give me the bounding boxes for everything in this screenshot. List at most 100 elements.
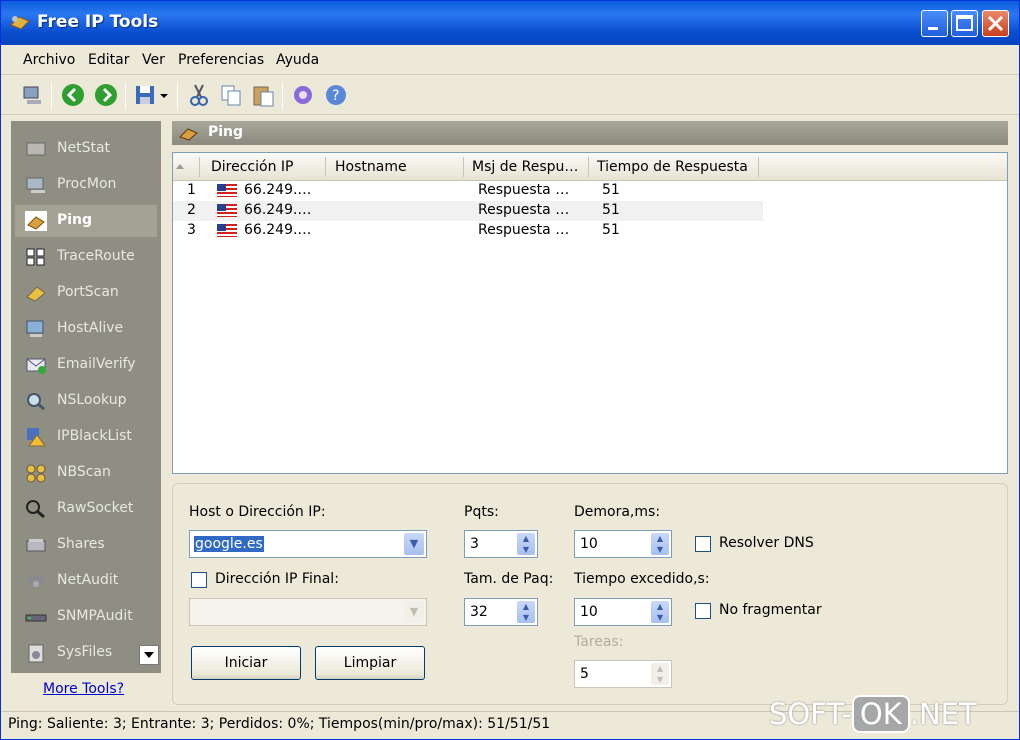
- sidebar-item-ipblacklist[interactable]: IPBlackList: [15, 421, 157, 453]
- minimize-icon: [928, 27, 938, 30]
- sidebar-item-netaudit[interactable]: NetAudit: [15, 565, 157, 597]
- paste-icon[interactable]: [251, 83, 275, 107]
- results-table[interactable]: Dirección IP Hostname Msj de Respu… Tiem…: [172, 152, 1008, 474]
- netaudit-icon: [25, 576, 47, 587]
- menu-bar: Archivo Editar Ver Preferencias Ayuda: [1, 45, 1019, 75]
- sidebar-item-nbscan[interactable]: NBScan: [15, 457, 157, 489]
- svg-text:?: ?: [332, 88, 339, 104]
- forward-icon[interactable]: [94, 83, 118, 107]
- sidebar-item-rawsocket[interactable]: RawSocket: [15, 493, 157, 525]
- sidebar-item-nslookup[interactable]: NSLookup: [15, 385, 157, 417]
- spin-arrows-icon[interactable]: ▲ ▼: [651, 601, 669, 623]
- pqts-stepper[interactable]: 3 ▲ ▼: [464, 530, 538, 558]
- final-ip-label: Dirección IP Final:: [215, 571, 339, 587]
- us-flag-icon: [217, 184, 237, 197]
- menu-ayuda[interactable]: Ayuda: [276, 52, 319, 68]
- menu-archivo[interactable]: Archivo: [23, 52, 75, 68]
- menu-ver[interactable]: Ver: [142, 52, 165, 68]
- back-icon[interactable]: [61, 83, 85, 107]
- title-bar[interactable]: Free IP Tools: [1, 1, 1019, 45]
- host-combobox[interactable]: google.es ▼: [189, 530, 427, 558]
- sidebar-scroll-down-button[interactable]: [139, 645, 159, 665]
- sidebar-item-netstat[interactable]: NetStat: [15, 133, 157, 165]
- no-fragment-label: No fragmentar: [719, 602, 822, 618]
- gear-icon[interactable]: [291, 83, 315, 107]
- tam-stepper[interactable]: 32 ▲ ▼: [464, 598, 538, 626]
- sidebar-item-procmon[interactable]: ProcMon: [15, 169, 157, 201]
- table-header: Dirección IP Hostname Msj de Respu… Tiem…: [173, 153, 1007, 181]
- table-row[interactable]: 2 66.249.… Respuesta … 51: [173, 201, 763, 221]
- tiempo-label: Tiempo excedido,s:: [574, 571, 710, 587]
- start-button[interactable]: Iniciar: [191, 646, 301, 680]
- procmon-icon: [26, 177, 45, 193]
- final-ip-checkbox[interactable]: [191, 572, 207, 588]
- us-flag-icon: [217, 224, 237, 237]
- spin-arrows-icon[interactable]: ▲ ▼: [517, 601, 535, 623]
- close-icon: [987, 15, 1004, 32]
- column-header-time[interactable]: Tiempo de Respuesta: [597, 159, 748, 175]
- copy-icon[interactable]: [219, 83, 243, 107]
- final-ip-combobox[interactable]: ▼: [189, 598, 427, 626]
- maximize-button[interactable]: [951, 10, 978, 37]
- sidebar-item-emailverify[interactable]: EmailVerify: [15, 349, 157, 381]
- ipblacklist-icon: [27, 428, 46, 447]
- triangle-down-icon: [144, 652, 154, 658]
- sidebar-item-snmpaudit[interactable]: SNMPAudit: [15, 601, 157, 633]
- status-text: Ping: Saliente: 3; Entrante: 3; Perdidos…: [8, 716, 551, 732]
- snmpaudit-icon: [25, 614, 47, 622]
- sidebar-item-hostalive[interactable]: HostAlive: [15, 313, 157, 345]
- pqts-label: Pqts:: [464, 504, 499, 520]
- rawsocket-icon: [26, 500, 45, 519]
- computer-icon[interactable]: [21, 83, 45, 107]
- ping-icon: [179, 128, 198, 141]
- help-icon[interactable]: ?: [324, 83, 348, 107]
- ping-icon: [25, 211, 47, 231]
- spin-arrows-icon[interactable]: ▲ ▼: [651, 533, 669, 555]
- clear-button[interactable]: Limpiar: [315, 646, 425, 680]
- spin-arrows-icon: ▲ ▼: [651, 663, 669, 685]
- demora-label: Demora,ms:: [574, 504, 661, 520]
- column-header-ip[interactable]: Dirección IP: [211, 159, 293, 175]
- menu-editar[interactable]: Editar: [88, 52, 129, 68]
- nbscan-icon: [26, 464, 46, 483]
- table-row[interactable]: 3 66.249.… Respuesta … 51: [173, 221, 763, 241]
- minimize-button[interactable]: [921, 10, 948, 37]
- us-flag-icon: [217, 204, 237, 217]
- sidebar-item-ping[interactable]: Ping: [15, 205, 157, 237]
- column-header-msg[interactable]: Msj de Respu…: [472, 159, 578, 175]
- spin-arrows-icon[interactable]: ▲ ▼: [517, 533, 535, 555]
- sidebar-item-sysfiles[interactable]: SysFiles: [15, 637, 135, 669]
- sidebar-item-traceroute[interactable]: TraceRoute: [15, 241, 157, 273]
- cut-icon[interactable]: [187, 83, 211, 107]
- hostalive-icon: [26, 320, 44, 337]
- emailverify-icon: [26, 358, 46, 374]
- sort-up-icon[interactable]: [175, 162, 185, 172]
- no-fragment-checkbox[interactable]: [695, 603, 711, 619]
- tools-sidebar: NetStat ProcMon Ping TraceRoute PortScan…: [11, 121, 161, 673]
- resolver-dns-checkbox[interactable]: [695, 536, 711, 552]
- nslookup-icon: [27, 393, 45, 411]
- app-icon: [10, 16, 30, 30]
- tareas-label: Tareas:: [574, 634, 624, 650]
- sidebar-item-shares[interactable]: Shares: [15, 529, 157, 561]
- chevron-down-icon[interactable]: ▼: [404, 533, 424, 555]
- tam-label: Tam. de Paq:: [464, 571, 554, 587]
- menu-preferencias[interactable]: Preferencias: [178, 52, 264, 68]
- panel-header: Ping: [172, 121, 1008, 145]
- column-header-hostname[interactable]: Hostname: [335, 159, 407, 175]
- more-tools-link[interactable]: More Tools?: [43, 681, 124, 697]
- chevron-down-icon[interactable]: [158, 83, 170, 107]
- tareas-stepper[interactable]: 5 ▲ ▼: [574, 660, 672, 688]
- tiempo-stepper[interactable]: 10 ▲ ▼: [574, 598, 672, 626]
- close-button[interactable]: [982, 10, 1009, 37]
- demora-stepper[interactable]: 10 ▲ ▼: [574, 530, 672, 558]
- ping-options-form: Host o Dirección IP: google.es ▼ Direcci…: [172, 483, 1008, 705]
- panel-title: Ping: [208, 124, 244, 140]
- sysfiles-icon: [28, 644, 44, 663]
- save-icon[interactable]: [134, 83, 158, 107]
- app-window: Free IP Tools Archivo Editar Ver Prefere…: [0, 0, 1020, 740]
- sidebar-item-portscan[interactable]: PortScan: [15, 277, 157, 309]
- table-row[interactable]: 1 66.249.… Respuesta … 51: [173, 181, 763, 201]
- resolver-dns-label: Resolver DNS: [719, 535, 814, 551]
- chevron-down-icon: ▼: [404, 601, 424, 623]
